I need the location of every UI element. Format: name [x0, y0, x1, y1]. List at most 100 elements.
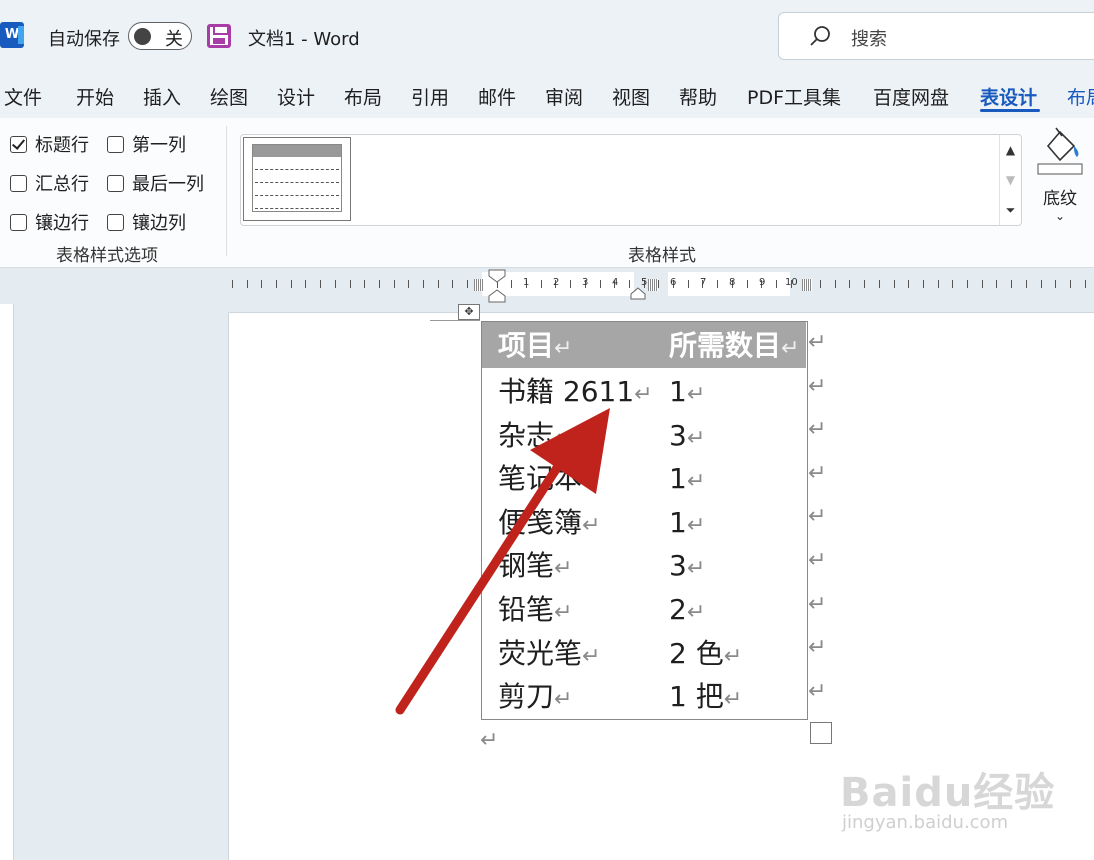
tab-view[interactable]: 视图	[612, 83, 650, 110]
tab-help[interactable]: 帮助	[679, 83, 717, 110]
cell-text: 1	[669, 505, 687, 539]
table-cell[interactable]: 1 把↵	[669, 677, 742, 720]
active-tab-indicator	[980, 109, 1040, 112]
paragraph-mark: ↵	[686, 512, 706, 538]
tab-baidu-netdisk[interactable]: 百度网盘	[873, 83, 949, 110]
row-end-mark: ↵	[808, 373, 827, 399]
column-boundary[interactable]	[474, 279, 484, 291]
table-move-handle-icon[interactable]: ✥	[458, 304, 480, 320]
ruler-tick	[1085, 280, 1086, 288]
table-style-thumbnail[interactable]	[243, 137, 351, 221]
table-cell[interactable]: 铅笔↵	[498, 590, 572, 633]
tab-insert[interactable]: 插入	[143, 83, 181, 110]
table-resize-handle[interactable]	[810, 722, 832, 744]
ruler-tick	[350, 280, 351, 288]
paragraph-mark: ↵	[634, 382, 653, 407]
tab-references[interactable]: 引用	[411, 83, 449, 110]
autosave-toggle[interactable]: 关	[128, 22, 192, 50]
total-row-option[interactable]: 汇总行	[10, 170, 89, 196]
word-table[interactable]: 项目↵ 所需数目↵ 书籍 2611↵ 1↵ 杂志↵ 3↵ 笔记本↵ 1↵ 便笺簿↵ 1↵ 钢笔↵…	[481, 321, 808, 720]
thumbnail-row	[255, 157, 339, 170]
paragraph-mark: ↵	[480, 728, 499, 753]
banded-columns-checkbox[interactable]	[107, 213, 124, 231]
first-column-checkbox[interactable]	[107, 135, 124, 153]
table-cell[interactable]: 钢笔↵	[498, 546, 572, 589]
tab-design[interactable]: 设计	[277, 83, 315, 110]
total-row-checkbox[interactable]	[10, 174, 27, 192]
cell-text: 2 色	[669, 636, 724, 670]
first-column-option[interactable]: 第一列	[107, 131, 186, 157]
last-column-option[interactable]: 最后一列	[107, 170, 204, 196]
paragraph-mark: ↵	[582, 469, 601, 495]
tab-table-layout[interactable]: 布局	[1067, 83, 1094, 110]
cell-text: 1	[669, 375, 687, 408]
cell-text: 1 把	[669, 680, 724, 714]
chevron-down-icon: ⌄	[1054, 209, 1066, 223]
ribbon-panel: 标题行 第一列 汇总行 最后一列 镶边行 镶边列 表格样式选项 ▲ ▼ ⏷ 表格…	[0, 118, 1094, 268]
table-cell[interactable]: 书籍 2611↵	[498, 372, 653, 415]
title-bar: W 自动保存 关 文档1 - Word 搜索	[0, 0, 1094, 74]
save-icon[interactable]	[207, 24, 231, 48]
paragraph-mark: ↵	[554, 600, 573, 625]
cell-text: 3	[669, 418, 687, 452]
table-cell[interactable]: 便笺簿↵	[498, 503, 600, 546]
tab-review[interactable]: 审阅	[545, 83, 583, 110]
tab-draw[interactable]: 绘图	[210, 83, 248, 110]
ruler-tick	[570, 280, 571, 288]
table-cell[interactable]: 2↵	[669, 590, 705, 633]
thumbnail-row	[255, 170, 339, 183]
ruler-tick	[276, 280, 277, 288]
last-column-checkbox[interactable]	[107, 174, 124, 192]
tab-layout[interactable]: 布局	[344, 83, 382, 110]
ruler-number: 10	[785, 277, 798, 288]
toggle-knob	[134, 28, 151, 45]
ruler-tick	[879, 280, 880, 288]
search-box[interactable]: 搜索	[778, 12, 1094, 60]
tab-file[interactable]: 文件	[4, 83, 42, 110]
search-placeholder: 搜索	[851, 29, 887, 50]
paragraph-mark: ↵	[686, 425, 706, 451]
header-row-checkbox[interactable]	[10, 135, 27, 153]
table-cell[interactable]: 笔记本↵	[498, 459, 600, 502]
first-column-label: 第一列	[132, 135, 186, 156]
ruler-tick	[776, 280, 777, 288]
table-cell[interactable]: 1↵	[669, 459, 705, 502]
ruler-tick	[232, 280, 233, 288]
tab-mailings[interactable]: 邮件	[478, 83, 516, 110]
row-end-mark: ↵	[808, 591, 827, 617]
table-cell[interactable]: 1↵	[669, 372, 705, 415]
table-header-cell[interactable]: 项目↵	[498, 326, 572, 369]
column-boundary[interactable]	[802, 279, 812, 291]
horizontal-ruler: 1 2 3 4 5 6 7 8 9 10	[0, 268, 1094, 304]
table-cell[interactable]: 2 色↵	[669, 634, 742, 677]
table-cell[interactable]: 3↵	[669, 416, 705, 459]
header-row-option[interactable]: 标题行	[10, 131, 89, 157]
shading-button[interactable]: 底纹 ⌄	[1034, 124, 1086, 234]
table-cell[interactable]: 1↵	[669, 503, 705, 546]
gallery-more-icon[interactable]: ⏷	[1000, 195, 1021, 225]
group-divider	[226, 126, 227, 256]
ruler-tick	[894, 280, 895, 288]
table-cell[interactable]: 3↵	[669, 546, 705, 589]
table-cell[interactable]: 剪刀↵	[498, 677, 572, 720]
gallery-up-icon[interactable]: ▲	[1000, 135, 1021, 165]
ruler-tick	[688, 280, 689, 288]
paragraph-mark: ↵	[582, 643, 601, 669]
table-cell[interactable]: 荧光笔↵	[498, 634, 600, 677]
table-header-cell[interactable]: 所需数目↵	[669, 326, 799, 369]
ruler-tick	[467, 280, 468, 288]
banded-columns-option[interactable]: 镶边列	[107, 209, 186, 235]
column-marker-icon[interactable]	[630, 286, 646, 300]
tab-pdf-tools[interactable]: PDF工具集	[747, 83, 841, 110]
table-cell[interactable]: 杂志↵	[498, 416, 572, 459]
ruler-tick	[541, 280, 542, 288]
tab-home[interactable]: 开始	[76, 83, 114, 110]
banded-rows-checkbox[interactable]	[10, 213, 27, 231]
banded-rows-option[interactable]: 镶边行	[10, 209, 89, 235]
column-boundary[interactable]	[648, 279, 658, 291]
gallery-down-icon[interactable]: ▼	[1000, 165, 1021, 195]
tab-table-design[interactable]: 表设计	[980, 83, 1037, 110]
indent-marker-icon[interactable]	[488, 268, 506, 304]
cell-text: 便笺簿	[498, 505, 583, 539]
watermark-logo-text: Baidu经验	[840, 770, 1056, 816]
